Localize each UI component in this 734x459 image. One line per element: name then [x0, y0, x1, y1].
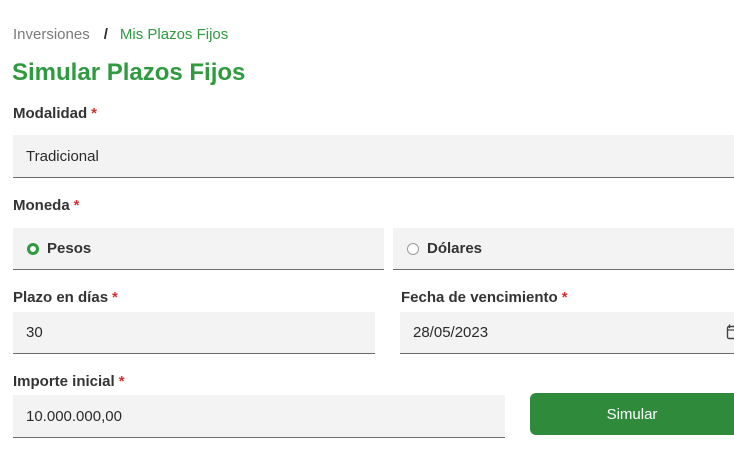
plazo-label-text: Plazo en días — [13, 289, 109, 306]
moneda-label: Moneda * — [13, 196, 80, 216]
moneda-option-dolares[interactable]: Dólares — [393, 228, 734, 270]
required-mark: * — [561, 289, 568, 306]
vencimiento-input[interactable]: 28/05/2023 — [400, 312, 734, 354]
required-mark: * — [118, 373, 125, 390]
modalidad-value: Tradicional — [26, 147, 99, 165]
vencimiento-value: 28/05/2023 — [413, 324, 489, 341]
plazo-value: 30 — [26, 324, 43, 341]
importe-label: Importe inicial * — [13, 372, 125, 392]
page-title: Simular Plazos Fijos — [12, 59, 246, 86]
breadcrumb-current[interactable]: Mis Plazos Fijos — [120, 26, 228, 43]
vencimiento-label-text: Fecha de vencimiento — [401, 289, 558, 306]
moneda-dolares-label: Dólares — [427, 240, 483, 257]
modalidad-label-text: Modalidad — [13, 105, 88, 122]
required-mark: * — [112, 289, 118, 306]
breadcrumb-link-inversiones[interactable]: Inversiones — [13, 26, 90, 43]
importe-value: 10.000.000,00 — [26, 407, 122, 425]
moneda-pesos-label: Pesos — [47, 240, 92, 257]
plazo-input[interactable]: 30 — [13, 312, 375, 354]
vencimiento-label: Fecha de vencimiento * — [401, 288, 568, 308]
breadcrumb-separator: / — [103, 26, 108, 43]
moneda-option-pesos[interactable]: Pesos — [13, 228, 384, 270]
breadcrumb: Inversiones / Mis Plazos Fijos — [13, 25, 228, 45]
importe-input[interactable]: 10.000.000,00 — [13, 395, 505, 438]
radio-unselected-icon[interactable] — [407, 242, 419, 255]
modalidad-select[interactable]: Tradicional — [13, 135, 734, 178]
radio-selected-icon[interactable] — [27, 242, 39, 255]
plazo-label: Plazo en días * — [13, 288, 118, 308]
calendar-icon[interactable] — [726, 324, 734, 340]
required-mark: * — [73, 197, 80, 214]
moneda-label-text: Moneda — [13, 197, 70, 214]
required-mark: * — [91, 105, 98, 122]
simular-button[interactable]: Simular — [530, 393, 734, 435]
modalidad-label: Modalidad * — [13, 104, 97, 124]
importe-label-text: Importe inicial — [13, 373, 115, 390]
